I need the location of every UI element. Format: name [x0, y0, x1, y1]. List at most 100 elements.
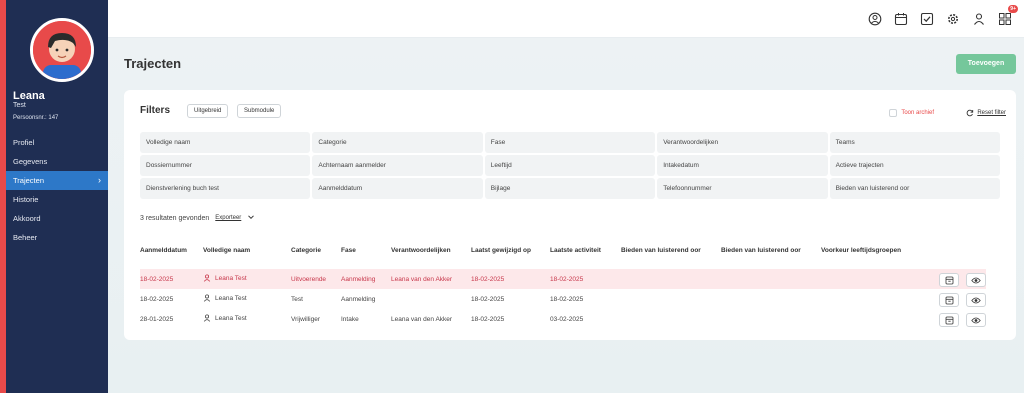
cell-fase: Intake — [341, 315, 359, 323]
notification-badge: 9+ — [1008, 5, 1018, 13]
add-button[interactable]: Toevoegen — [956, 54, 1016, 74]
archive-button[interactable] — [939, 293, 959, 307]
eye-icon — [971, 297, 981, 303]
column-header[interactable]: Bieden van luisterend oor — [621, 247, 721, 261]
sidebar-item-gegevens[interactable]: Gegevens — [6, 152, 108, 171]
user-circle-icon[interactable] — [868, 12, 882, 26]
filter-grid: Volledige naam Categorie Fase Verantwoor… — [140, 132, 1000, 199]
column-header[interactable]: Laatste activiteit — [550, 247, 621, 261]
user-name: Leana — [13, 90, 45, 102]
archive-label: Toon archief — [901, 110, 934, 116]
row-actions — [939, 293, 986, 307]
cell-categorie: Uitvoerende — [291, 275, 327, 283]
cell-fase: Aanmelding — [341, 295, 376, 303]
column-header[interactable]: Verantwoordelijken — [391, 247, 471, 261]
filter-teams[interactable]: Teams — [829, 132, 1000, 153]
cell-name: Leana Test — [203, 294, 291, 304]
sidebar-item-label: Akkoord — [13, 214, 41, 223]
sidebar-item-historie[interactable]: Historie — [6, 190, 108, 209]
column-header[interactable]: Bieden van luisterend oor — [721, 247, 821, 261]
cell-categorie: Test — [291, 295, 303, 303]
column-header[interactable]: Volledige naam — [203, 247, 291, 261]
cell-laatste-activiteit: 18-02-2025 — [550, 295, 584, 303]
sidebar-item-profiel[interactable]: Profiel — [6, 133, 108, 152]
view-button[interactable] — [966, 273, 986, 287]
trajecten-table: Aanmelddatum Volledige naam Categorie Fa… — [140, 247, 986, 329]
gear-icon[interactable] — [946, 12, 960, 26]
column-header[interactable]: Fase — [341, 247, 391, 261]
filter-dossiernummer[interactable]: Dossiernummer — [140, 155, 311, 176]
person-name: Leana Test — [215, 294, 247, 302]
sidebar-item-label: Historie — [13, 195, 39, 204]
avatar[interactable] — [30, 18, 94, 82]
column-header[interactable]: Aanmelddatum — [140, 247, 203, 261]
filter-aanmelddatum[interactable]: Aanmelddatum — [312, 178, 483, 199]
sidebar-item-akkoord[interactable]: Akkoord — [6, 209, 108, 228]
view-button[interactable] — [966, 313, 986, 327]
archive-box-icon — [945, 276, 953, 284]
main-content: Trajecten Toevoegen Filters Uitgebreid S… — [108, 38, 1024, 393]
archive-box-icon — [945, 296, 953, 304]
row-actions — [939, 273, 986, 287]
row-actions — [939, 313, 986, 327]
filter-achternaam-aanmelder[interactable]: Achternaam aanmelder — [312, 155, 483, 176]
archive-box-icon — [945, 316, 953, 324]
archive-button[interactable] — [939, 313, 959, 327]
cell-laatst-gewijzigd: 18-02-2025 — [471, 275, 505, 283]
archive-button[interactable] — [939, 273, 959, 287]
cell-verantwoordelijken: Leana van den Akker — [391, 275, 453, 283]
person-link[interactable]: Leana Test — [203, 274, 247, 282]
filter-telefoonnummer[interactable]: Telefoonnummer — [657, 178, 828, 199]
table-row[interactable]: 18-02-2025 Leana Test Uitvoerende Aanmel… — [140, 269, 986, 289]
person-icon — [203, 294, 211, 302]
filter-leeftijd[interactable]: Leeftijd — [484, 155, 656, 176]
cell-verantwoordelijken: Leana van den Akker — [391, 315, 453, 323]
extended-filter-button[interactable]: Uitgebreid — [187, 104, 229, 118]
cell-aanmelddatum: 18-02-2025 — [140, 275, 174, 283]
filter-fase[interactable]: Fase — [484, 132, 656, 153]
filter-dienstverlening[interactable]: Dienstverlening buch test — [140, 178, 311, 199]
check-square-icon[interactable] — [920, 12, 934, 26]
show-archive-toggle[interactable]: Toon archief — [889, 109, 934, 117]
eye-icon — [971, 277, 981, 283]
cell-aanmelddatum: 28-01-2025 — [140, 315, 174, 323]
person-link[interactable]: Leana Test — [203, 294, 247, 302]
filter-verantwoordelijken[interactable]: Verantwoordelijken — [657, 132, 828, 153]
column-header[interactable]: Categorie — [291, 247, 341, 261]
filter-bieden-luisterend-oor[interactable]: Bieden van luisterend oor — [829, 178, 1000, 199]
filter-categorie[interactable]: Categorie — [312, 132, 483, 153]
reset-filter-button[interactable]: Reset filter — [966, 109, 1006, 117]
archive-checkbox[interactable] — [889, 109, 898, 117]
submodule-filter-button[interactable]: Submodule — [237, 104, 282, 118]
results-count: 3 resultaten gevonden — [140, 214, 210, 222]
sidebar-item-beheer[interactable]: Beheer — [6, 228, 108, 247]
person-icon[interactable] — [972, 12, 986, 26]
person-icon — [203, 314, 211, 322]
user-number: Persoonsnr.: 147 — [13, 115, 59, 121]
filter-actieve-trajecten[interactable]: Actieve trajecten — [829, 155, 1000, 176]
filters-title: Filters — [140, 105, 171, 116]
cell-laatste-activiteit: 18-02-2025 — [550, 275, 584, 283]
sidebar-item-label: Beheer — [13, 233, 38, 242]
sidebar-item-trajecten[interactable]: Trajecten › — [6, 171, 108, 190]
person-name: Leana Test — [215, 314, 247, 322]
calendar-icon[interactable] — [894, 12, 908, 26]
column-header[interactable]: Laatst gewijzigd op — [471, 247, 550, 261]
table-row[interactable]: 28-01-2025 Leana Test Vrijwilliger Intak… — [140, 309, 986, 329]
column-header[interactable]: Voorkeur leeftijdsgroepen — [821, 247, 921, 261]
person-link[interactable]: Leana Test — [203, 314, 247, 322]
export-button[interactable]: Exporteer — [215, 215, 241, 221]
refresh-icon — [966, 109, 974, 117]
view-button[interactable] — [966, 293, 986, 307]
filter-bijlage[interactable]: Bijlage — [484, 178, 656, 199]
reset-filter-label: Reset filter — [977, 110, 1006, 116]
apps-grid-icon[interactable]: 9+ — [998, 5, 1018, 26]
filter-volledige-naam[interactable]: Volledige naam — [140, 132, 311, 153]
person-name: Leana Test — [215, 274, 247, 282]
chevron-down-icon[interactable] — [247, 213, 255, 223]
filter-intakedatum[interactable]: Intakedatum — [657, 155, 828, 176]
results-bar: 3 resultaten gevonden Exporteer — [140, 213, 255, 223]
person-icon — [203, 274, 211, 282]
table-row[interactable]: 18-02-2025 Leana Test Test Aanmelding 18… — [140, 289, 986, 309]
cell-aanmelddatum: 18-02-2025 — [140, 295, 174, 303]
